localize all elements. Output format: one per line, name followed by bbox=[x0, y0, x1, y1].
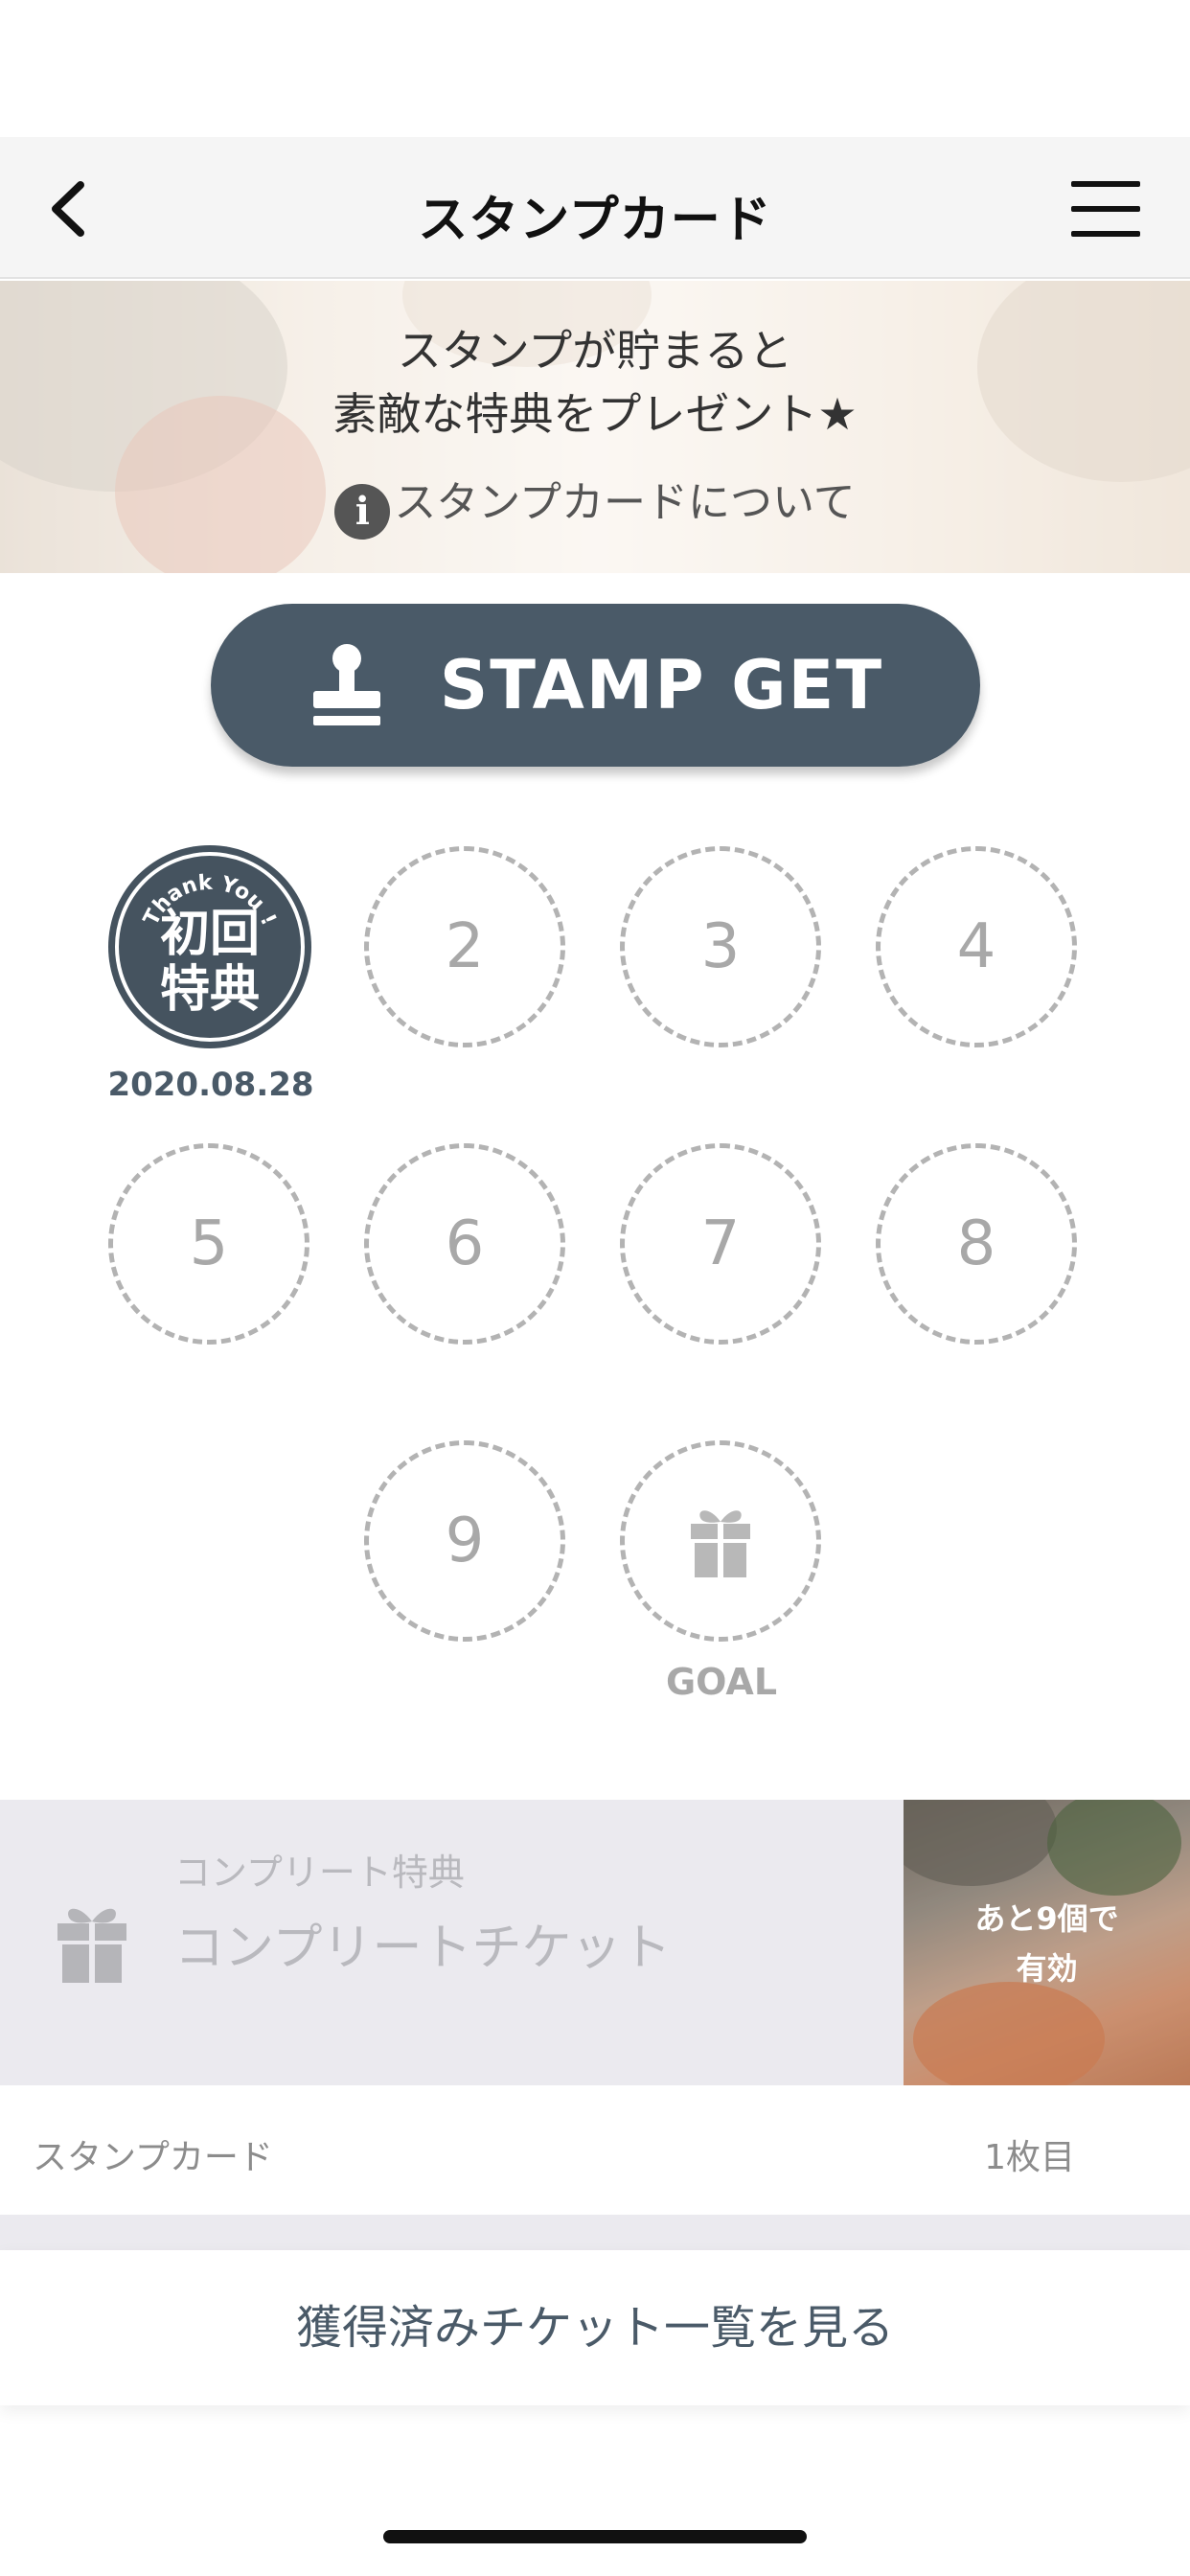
stamp-first-benefit: 初回 特典 bbox=[108, 907, 311, 1018]
view-tickets-button[interactable]: 獲得済みチケット一覧を見る bbox=[0, 2250, 1190, 2405]
gift-icon bbox=[57, 1908, 126, 1983]
slot-number: 3 bbox=[700, 911, 741, 982]
stamp-slot-1-stamped: Thank You ! 初回 特典 bbox=[108, 845, 311, 1048]
ticket-photo: あと9個で 有効 bbox=[904, 1800, 1190, 2085]
app-header: スタンプカード bbox=[0, 137, 1190, 279]
complete-ticket-card[interactable]: コンプリート特典 コンプリートチケット あと9個で 有効 bbox=[0, 1800, 1190, 2085]
about-stamp-card-label: スタンプカードについて bbox=[394, 478, 856, 527]
goal-label: GOAL bbox=[665, 1661, 778, 1703]
stamp-slot-5: 5 bbox=[108, 1143, 309, 1345]
banner-message: スタンプが貯まると 素敵な特典をプレゼント★ bbox=[0, 319, 1190, 446]
stamp-icon bbox=[312, 644, 380, 725]
stamp-get-button[interactable]: STAMP GET bbox=[211, 604, 980, 767]
stamp-slot-6: 6 bbox=[364, 1143, 565, 1345]
slot-number: 9 bbox=[445, 1506, 485, 1576]
banner-line-1: スタンプが貯まると bbox=[397, 325, 793, 377]
ticket-remaining: あと9個で 有効 bbox=[904, 1894, 1190, 1993]
stamp-slot-goal bbox=[620, 1440, 821, 1642]
hamburger-menu-icon bbox=[1071, 181, 1140, 237]
ticket-title: コンプリートチケット bbox=[174, 1920, 672, 1977]
slot-number: 2 bbox=[445, 911, 485, 982]
ticket-remaining-line-1: あと9個で bbox=[974, 1900, 1119, 1937]
stamp-1-date: 2020.08.28 bbox=[107, 1066, 314, 1104]
ticket-subtitle: コンプリート特典 bbox=[174, 1852, 465, 1894]
stamp-slot-9: 9 bbox=[364, 1440, 565, 1642]
page-title: スタンプカード bbox=[418, 192, 772, 249]
stamp-slot-3: 3 bbox=[620, 846, 821, 1047]
stamp-slot-4: 4 bbox=[876, 846, 1077, 1047]
section-divider bbox=[0, 2215, 1190, 2250]
stamp-slot-2: 2 bbox=[364, 846, 565, 1047]
stamp-text-line-1: 初回 bbox=[159, 906, 260, 963]
slot-number: 8 bbox=[956, 1208, 996, 1279]
menu-button[interactable] bbox=[1069, 179, 1142, 239]
promo-banner: スタンプが貯まると 素敵な特典をプレゼント★ i スタンプカードについて bbox=[0, 281, 1190, 573]
home-indicator[interactable] bbox=[383, 2530, 807, 2543]
about-stamp-card-link[interactable]: i スタンプカードについて bbox=[0, 468, 1190, 540]
card-label: スタンプカード bbox=[33, 2138, 273, 2177]
slot-number: 4 bbox=[956, 911, 996, 982]
slot-number: 6 bbox=[445, 1208, 485, 1279]
slot-number: 7 bbox=[700, 1208, 741, 1279]
card-footer: スタンプカード 1枚目 bbox=[0, 2085, 1190, 2215]
ticket-remaining-line-2: 有効 bbox=[1016, 1950, 1078, 1987]
stamp-slot-7: 7 bbox=[620, 1143, 821, 1345]
info-icon: i bbox=[334, 484, 391, 540]
card-count: 1枚目 bbox=[984, 2138, 1075, 2177]
stamp-get-label: STAMP GET bbox=[439, 646, 884, 724]
stamp-text-line-2: 特典 bbox=[159, 961, 260, 1019]
stamp-slot-8: 8 bbox=[876, 1143, 1077, 1345]
stamp-card-screen: スタンプカード スタンプが貯まると 素敵な特典をプレゼント★ i スタンプカードに… bbox=[0, 0, 1190, 2576]
banner-line-2: 素敵な特典をプレゼント★ bbox=[332, 388, 858, 440]
gift-icon bbox=[691, 1510, 750, 1577]
slot-number: 5 bbox=[189, 1208, 229, 1279]
